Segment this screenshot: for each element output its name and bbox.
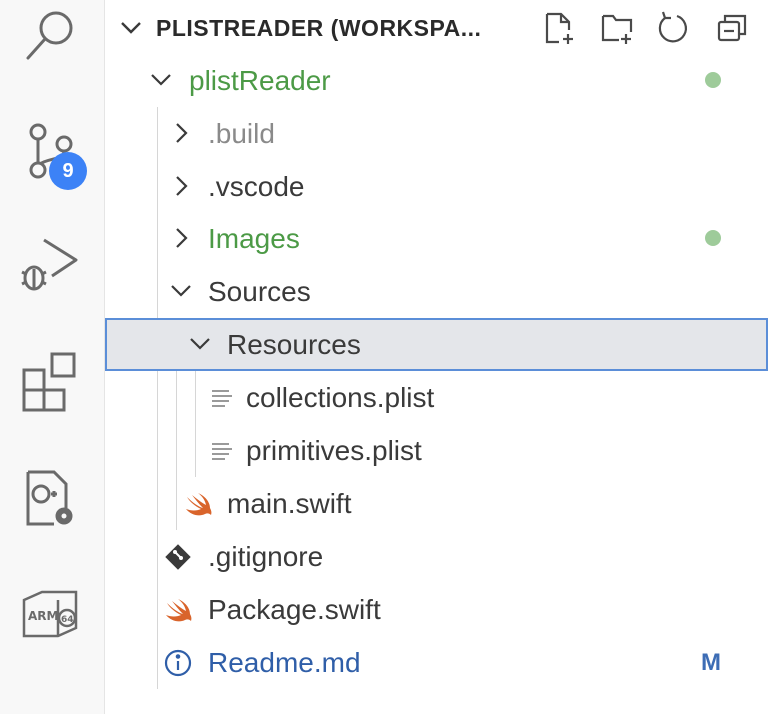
tree-item-gitignore[interactable]: .gitignore [105, 530, 768, 583]
tree-item-build[interactable]: .build [105, 107, 768, 160]
collapse-all-icon[interactable] [713, 10, 749, 46]
new-folder-icon[interactable] [599, 10, 635, 46]
swift-icon [166, 599, 192, 622]
tree-item-vscode[interactable]: .vscode [105, 160, 768, 213]
tree-item-label: .vscode [208, 171, 305, 202]
tree-item-label: Resources [227, 329, 361, 360]
status-dot [705, 72, 721, 88]
info-icon [164, 649, 192, 677]
chevron-down-icon [190, 338, 210, 350]
tree-item-images[interactable]: Images [105, 212, 768, 265]
chevron-right-icon [176, 228, 188, 248]
refresh-icon[interactable] [655, 10, 691, 46]
tree-item-resources[interactable]: Resources [105, 318, 768, 371]
tree-item-label: .build [208, 118, 275, 149]
tree-item-collections-plist[interactable]: collections.plist [105, 371, 768, 424]
extensions-icon[interactable] [18, 348, 84, 414]
cpp-config-icon[interactable] [18, 466, 84, 532]
source-control-badge: 9 [49, 152, 87, 190]
chevron-down-icon [151, 74, 171, 86]
arm64-icon[interactable]: ARM 64 [18, 580, 84, 646]
tree-item-package-swift[interactable]: Package.swift [105, 583, 768, 636]
tree-item-primitives-plist[interactable]: primitives.plist [105, 424, 768, 477]
svg-text:ARM: ARM [28, 609, 58, 623]
explorer-header[interactable]: PLISTREADER (WORKSPA... [105, 0, 768, 56]
tree-item-label: Package.swift [208, 594, 381, 625]
run-debug-icon[interactable] [18, 232, 84, 298]
chevron-right-icon [176, 176, 188, 196]
tree-item-label: Sources [208, 276, 311, 307]
tree-item-plistreader[interactable]: plistReader [105, 54, 768, 107]
lines-icon [212, 443, 232, 460]
chevron-down-icon[interactable] [119, 16, 143, 40]
tree-item-label: Images [208, 223, 300, 254]
activity-bar: 9 ARM 64 [0, 0, 105, 714]
swift-icon [186, 493, 212, 516]
tree-item-label: main.swift [227, 488, 352, 519]
explorer-title: PLISTREADER (WORKSPA... [156, 15, 482, 41]
tree-item-label: .gitignore [208, 541, 324, 572]
new-file-icon[interactable] [541, 10, 577, 46]
svg-text:64: 64 [61, 615, 74, 625]
tree-item-main-swift[interactable]: main.swift [105, 477, 768, 530]
tree-item-label: Readme.md [208, 647, 361, 678]
tree-item-label: primitives.plist [246, 435, 422, 466]
chevron-down-icon [171, 285, 191, 297]
git-icon [165, 544, 191, 570]
status-dot [705, 230, 721, 246]
tree-item-readme-md[interactable]: Readme.md M [105, 636, 768, 689]
chevron-right-icon [176, 123, 188, 143]
git-status-badge: M [701, 649, 721, 676]
lines-icon [212, 390, 232, 407]
search-icon[interactable] [18, 4, 84, 70]
tree-item-label: collections.plist [246, 382, 435, 413]
tree-item-sources[interactable]: Sources [105, 265, 768, 318]
tree-item-label: plistReader [189, 65, 331, 96]
explorer-panel: PLISTREADER (WORKSPA... plistReader .bui… [105, 0, 768, 714]
